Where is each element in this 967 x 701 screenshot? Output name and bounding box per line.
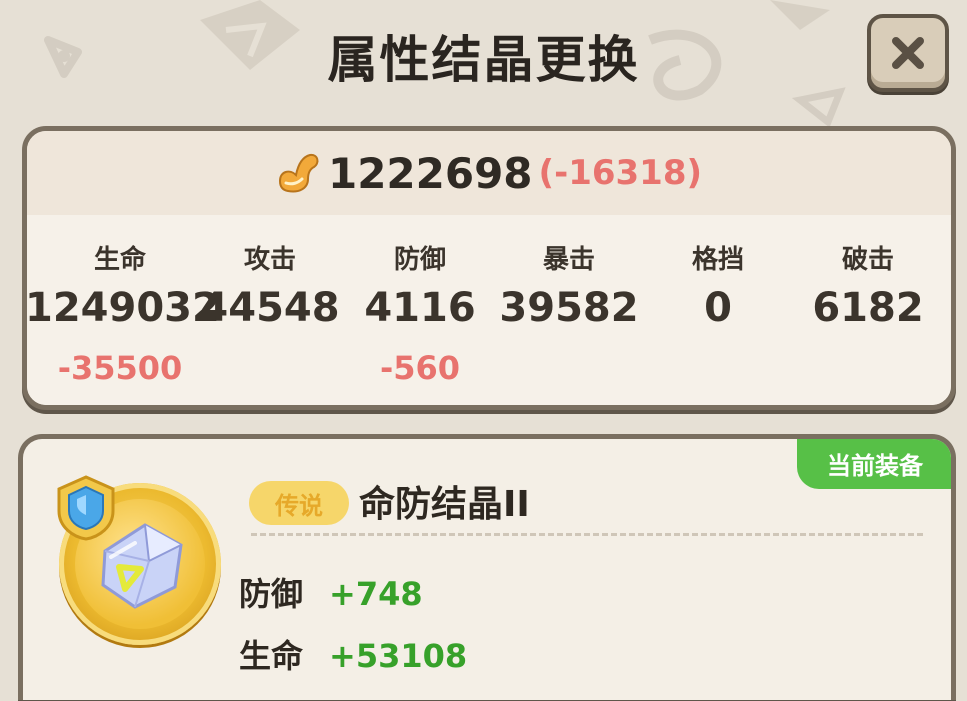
attribute-value: +748 (329, 575, 423, 613)
shield-icon (57, 475, 115, 541)
attribute-name: 生命 (239, 637, 304, 675)
flexed-arm-icon (278, 153, 319, 193)
close-button[interactable] (867, 14, 949, 92)
stat-delta: -35500 (57, 349, 183, 387)
stat-label: 暴击 (542, 245, 595, 275)
combat-power-bar: 1222698 (-16318) (27, 131, 951, 215)
stat-grid: 生命 1249032 -35500 攻击 44548 防御 4116 -560 … (27, 215, 951, 405)
dialog-title: 属性结晶更换 (327, 31, 640, 89)
divider (251, 533, 923, 536)
attribute-name: 防御 (239, 575, 304, 613)
stat-label: 破击 (841, 245, 894, 275)
stat-delta: -560 (379, 349, 461, 387)
crystal-card[interactable]: 当前装备 传说 命防结晶II 防御 +748 生命 +53108 (18, 434, 956, 700)
attribute-value: +53108 (329, 637, 468, 675)
rarity-badge: 传说 (249, 481, 349, 525)
attribute-row: 生命 +53108 (239, 631, 467, 677)
crystal-name: 命防结晶II (359, 484, 530, 525)
stats-panel: 1222698 (-16318) 生命 1249032 -35500 攻击 44… (22, 126, 956, 410)
stat-label: 格挡 (691, 245, 744, 275)
stat-label: 生命 (93, 245, 146, 275)
close-icon (892, 37, 924, 69)
combat-power-delta: (-16318) (538, 153, 703, 193)
crystal-swap-dialog: 属性结晶更换 1222698 (-16318) 生命 1249032 -3550… (0, 0, 967, 701)
stat-label: 攻击 (243, 245, 296, 275)
stat-value: 6182 (812, 285, 924, 331)
stat-label: 防御 (393, 245, 446, 275)
combat-power-value: 1222698 (327, 148, 533, 198)
attribute-row: 防御 +748 (239, 569, 423, 615)
equipped-badge: 当前装备 (797, 439, 951, 489)
